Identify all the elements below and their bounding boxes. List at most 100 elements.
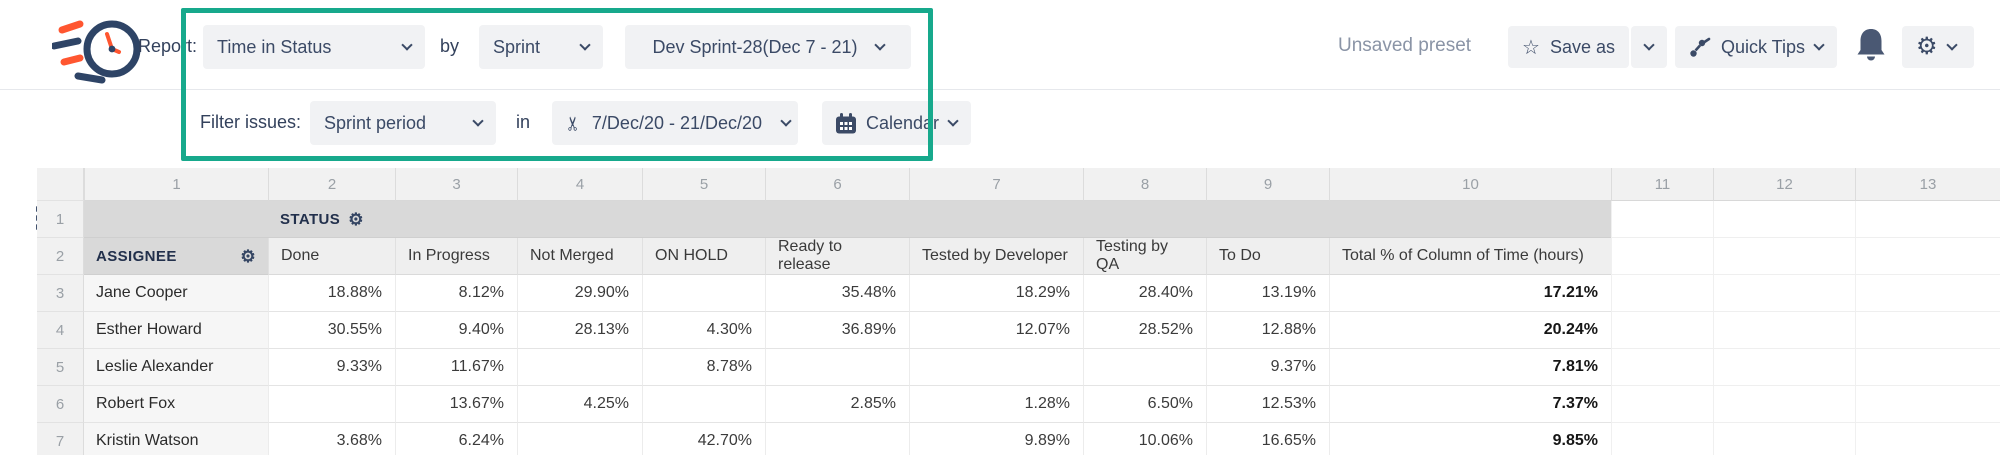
value-cell[interactable]: 28.40% bbox=[1083, 275, 1206, 312]
value-cell-text: 16.65% bbox=[1262, 432, 1316, 450]
value-cell[interactable]: 36.89% bbox=[765, 312, 909, 349]
value-cell[interactable]: 3.68% bbox=[268, 423, 395, 455]
time-in-status-table: 123456789101112131STATUS⚙2ASSIGNEE⚙DoneI… bbox=[37, 168, 2000, 455]
assignee-name-cell[interactable]: Jane Cooper bbox=[84, 275, 268, 312]
value-cell[interactable]: 6.24% bbox=[395, 423, 517, 455]
value-cell[interactable]: 18.29% bbox=[909, 275, 1083, 312]
save-as-button[interactable]: ☆ Save as bbox=[1508, 26, 1629, 68]
value-cell[interactable]: 28.13% bbox=[517, 312, 642, 349]
empty-cell bbox=[1855, 386, 2000, 423]
total-value-cell[interactable]: 9.85% bbox=[1329, 423, 1611, 455]
assignee-header[interactable]: ASSIGNEE⚙ bbox=[84, 238, 268, 275]
value-cell[interactable]: 4.25% bbox=[517, 386, 642, 423]
value-cell[interactable]: 9.37% bbox=[1206, 349, 1329, 386]
status-column-header[interactable]: In Progress bbox=[395, 238, 517, 275]
column-number: 12 bbox=[1713, 168, 1855, 201]
status-column-header[interactable]: Ready to release bbox=[765, 238, 909, 275]
value-cell[interactable]: 18.88% bbox=[268, 275, 395, 312]
group-by-dropdown[interactable]: Sprint bbox=[479, 25, 603, 69]
calendar-button[interactable]: Calendar bbox=[822, 101, 971, 145]
date-range-dropdown[interactable]: ✂ 7/Dec/20 - 21/Dec/20 bbox=[552, 101, 798, 145]
value-cell-text: 6.24% bbox=[459, 432, 504, 450]
value-cell[interactable] bbox=[909, 349, 1083, 386]
filter-field-dropdown[interactable]: Sprint period bbox=[310, 101, 496, 145]
value-cell[interactable]: 28.52% bbox=[1083, 312, 1206, 349]
report-label: Report: bbox=[138, 36, 197, 57]
status-column-header[interactable]: ON HOLD bbox=[642, 238, 765, 275]
status-column-header[interactable]: Not Merged bbox=[517, 238, 642, 275]
value-cell[interactable] bbox=[517, 423, 642, 455]
value-cell[interactable] bbox=[642, 386, 765, 423]
value-cell-text: 9.33% bbox=[337, 358, 382, 376]
empty-cell bbox=[1855, 423, 2000, 455]
quick-tips-button[interactable]: Quick Tips bbox=[1675, 26, 1837, 68]
value-cell[interactable] bbox=[517, 349, 642, 386]
value-cell[interactable]: 8.78% bbox=[642, 349, 765, 386]
column-number-text: 3 bbox=[452, 176, 460, 193]
value-cell-text: 18.29% bbox=[1016, 284, 1070, 302]
value-cell[interactable]: 10.06% bbox=[1083, 423, 1206, 455]
value-cell[interactable]: 12.53% bbox=[1206, 386, 1329, 423]
date-range-value: 7/Dec/20 - 21/Dec/20 bbox=[592, 113, 762, 134]
assignee-name-cell-text: Jane Cooper bbox=[96, 284, 188, 302]
value-cell[interactable]: 29.90% bbox=[517, 275, 642, 312]
empty-cell bbox=[1611, 423, 1713, 455]
value-cell[interactable]: 12.07% bbox=[909, 312, 1083, 349]
status-column-header[interactable]: Done bbox=[268, 238, 395, 275]
column-number: 1 bbox=[84, 168, 268, 201]
value-cell[interactable]: 9.40% bbox=[395, 312, 517, 349]
value-cell[interactable]: 35.48% bbox=[765, 275, 909, 312]
settings-dropdown-button[interactable]: ⚙ bbox=[1902, 26, 1974, 68]
value-cell-text: 28.13% bbox=[575, 321, 629, 339]
report-type-dropdown[interactable]: Time in Status bbox=[203, 25, 425, 69]
empty-cell bbox=[1611, 349, 1713, 386]
bell-icon[interactable] bbox=[1854, 26, 1888, 64]
value-cell[interactable] bbox=[1083, 349, 1206, 386]
column-settings-gear-icon[interactable]: ⚙ bbox=[240, 248, 256, 265]
status-column-header-text: In Progress bbox=[408, 247, 490, 265]
value-cell[interactable] bbox=[765, 423, 909, 455]
assignee-name-cell[interactable]: Robert Fox bbox=[84, 386, 268, 423]
empty-cell bbox=[1713, 386, 1855, 423]
value-cell[interactable]: 8.12% bbox=[395, 275, 517, 312]
status-column-header[interactable]: To Do bbox=[1206, 238, 1329, 275]
assignee-name-cell[interactable]: Kristin Watson bbox=[84, 423, 268, 455]
value-cell[interactable]: 4.30% bbox=[642, 312, 765, 349]
status-column-header-text: Not Merged bbox=[530, 247, 614, 265]
status-band-header[interactable]: STATUS⚙ bbox=[84, 201, 1611, 238]
save-as-menu-button[interactable] bbox=[1631, 26, 1667, 68]
value-cell[interactable]: 9.89% bbox=[909, 423, 1083, 455]
chevron-down-icon bbox=[1813, 39, 1824, 50]
value-cell[interactable]: 6.50% bbox=[1083, 386, 1206, 423]
value-cell[interactable]: 16.65% bbox=[1206, 423, 1329, 455]
total-value-cell[interactable]: 20.24% bbox=[1329, 312, 1611, 349]
sprint-dropdown[interactable]: Dev Sprint-28(Dec 7 - 21) bbox=[625, 25, 911, 69]
status-column-header[interactable]: Tested by Developer bbox=[909, 238, 1083, 275]
total-column-header[interactable]: Total % of Column of Time (hours) bbox=[1329, 238, 1611, 275]
total-value-cell[interactable]: 17.21% bbox=[1329, 275, 1611, 312]
value-cell[interactable] bbox=[642, 275, 765, 312]
total-value-cell[interactable]: 7.81% bbox=[1329, 349, 1611, 386]
value-cell[interactable] bbox=[268, 386, 395, 423]
column-number: 6 bbox=[765, 168, 909, 201]
value-cell-text: 28.40% bbox=[1139, 284, 1193, 302]
value-cell[interactable]: 30.55% bbox=[268, 312, 395, 349]
value-cell[interactable]: 9.33% bbox=[268, 349, 395, 386]
assignee-name-cell[interactable]: Esther Howard bbox=[84, 312, 268, 349]
column-settings-gear-icon[interactable]: ⚙ bbox=[348, 211, 364, 228]
value-cell[interactable]: 1.28% bbox=[909, 386, 1083, 423]
value-cell[interactable]: 11.67% bbox=[395, 349, 517, 386]
column-number: 3 bbox=[395, 168, 517, 201]
value-cell[interactable]: 13.19% bbox=[1206, 275, 1329, 312]
status-column-header[interactable]: Testing by QA bbox=[1083, 238, 1206, 275]
value-cell[interactable]: 13.67% bbox=[395, 386, 517, 423]
value-cell[interactable]: 12.88% bbox=[1206, 312, 1329, 349]
assignee-name-cell[interactable]: Leslie Alexander bbox=[84, 349, 268, 386]
column-number-text: 9 bbox=[1264, 176, 1272, 193]
value-cell[interactable]: 2.85% bbox=[765, 386, 909, 423]
assignee-name-cell-text: Robert Fox bbox=[96, 395, 175, 413]
value-cell[interactable] bbox=[765, 349, 909, 386]
value-cell[interactable]: 42.70% bbox=[642, 423, 765, 455]
preset-status: Unsaved preset bbox=[1338, 35, 1471, 57]
total-value-cell[interactable]: 7.37% bbox=[1329, 386, 1611, 423]
